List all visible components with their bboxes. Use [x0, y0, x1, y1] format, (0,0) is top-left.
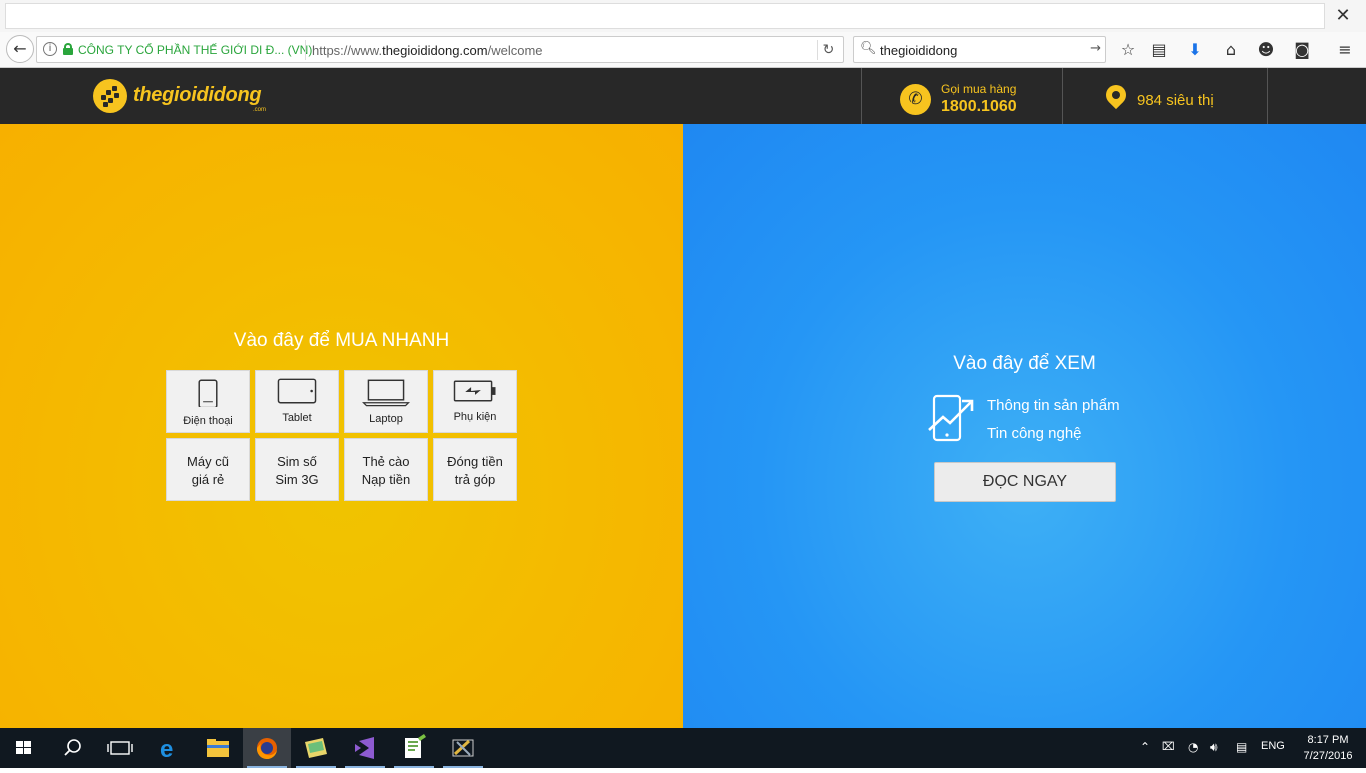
tile-label: Máy cũ giá rẻ [187, 454, 229, 487]
url-domain: thegioididong.com [382, 43, 488, 58]
clock-date: 7/27/2016 [1303, 750, 1353, 762]
search-bar[interactable]: 🔍︎ thegioididong → [853, 36, 1106, 63]
taskbar: e ⌃ ⌧ ◔ 🔊︎ ▤ ENG 8:17 PM 7/27/2016 [0, 728, 1366, 768]
tile-label: Tablet [282, 412, 312, 424]
visual-studio-icon [355, 737, 374, 759]
folder-icon [207, 739, 229, 757]
menu-icon[interactable]: ≡ [1333, 38, 1357, 62]
tablet-icon [277, 378, 317, 404]
window-titlebar: ✕ [0, 0, 1366, 32]
buy-title: Vào đây để MUA NHANH [233, 330, 450, 351]
phone-icon [198, 379, 218, 407]
tile-phu-kien[interactable]: Phụ kiện [433, 370, 517, 433]
info-icon[interactable]: i [43, 42, 57, 56]
divider [1267, 68, 1268, 124]
notepad-plus-icon [405, 734, 426, 758]
tile-laptop[interactable]: Laptop [344, 370, 428, 433]
edge-icon: e [160, 736, 173, 763]
buy-panel[interactable]: Vào đây để MUA NHANH Điện thoại Tablet L… [0, 124, 683, 728]
back-button[interactable]: ← [6, 35, 34, 63]
feature-tech-news: Tin công nghệ [987, 425, 1082, 442]
tile-the-cao[interactable]: Thẻ cào Nạp tiền [344, 438, 428, 501]
taskbar-app-tools[interactable] [439, 728, 487, 768]
call-label: Gọi mua hàng [941, 82, 1017, 96]
tile-may-cu[interactable]: Máy cũ giá rẻ [166, 438, 250, 501]
firefox-icon [256, 738, 277, 760]
show-hidden-icons[interactable]: ⌃ [1140, 740, 1150, 754]
download-icon[interactable]: ⬇ [1183, 38, 1207, 62]
pocket-icon[interactable]: ◙ [1290, 38, 1314, 62]
chat-icon[interactable]: ☻ [1254, 38, 1278, 62]
taskbar-app-firefox[interactable] [243, 728, 291, 768]
url-text[interactable]: https://www.thegioididong.com/welcome [312, 43, 543, 58]
task-view-icon [107, 741, 133, 755]
home-icon[interactable]: ⌂ [1219, 38, 1243, 62]
svg-text:e: e [160, 736, 173, 763]
tile-dong-tien[interactable]: Đóng tiền trả góp [433, 438, 517, 501]
tile-label: Laptop [369, 413, 403, 425]
bookmark-star-icon[interactable]: ☆ [1116, 38, 1140, 62]
taskbar-app-edge[interactable]: e [146, 728, 194, 768]
search-icon: 🔍︎ [860, 41, 877, 56]
browser-navbar: ← i CÔNG TY CỔ PHẦN THẾ GIỚI DI Đ... (VN… [0, 32, 1366, 68]
divider [861, 68, 862, 124]
language-indicator[interactable]: ENG [1261, 740, 1285, 752]
category-grid: Điện thoại Tablet Laptop Phụ kiện Máy cũ… [166, 370, 518, 502]
lock-icon [63, 43, 73, 55]
tile-dien-thoai[interactable]: Điện thoại [166, 370, 250, 433]
search-input[interactable]: thegioididong [880, 43, 957, 58]
search-icon [64, 739, 81, 756]
site-identity[interactable]: CÔNG TY CỔ PHẦN THẾ GIỚI DI Đ... (VN) [78, 43, 312, 57]
tile-label: Phụ kiện [453, 411, 497, 423]
windows-icon [16, 741, 31, 754]
go-arrow-icon[interactable]: → [1090, 41, 1101, 56]
read-panel[interactable]: Vào đây để XEM Thông tin sản phẩm Tin cô… [683, 124, 1366, 728]
close-icon[interactable]: ✕ [1332, 5, 1354, 27]
tile-tablet[interactable]: Tablet [255, 370, 339, 433]
start-button[interactable] [0, 728, 48, 768]
network-icon[interactable]: ◔ [1188, 740, 1198, 754]
taskbar-app-explorer[interactable] [194, 728, 242, 768]
feature-product-info: Thông tin sản phẩm [987, 397, 1120, 414]
location-pin-icon [1101, 80, 1131, 113]
call-number: 1800.1060 [941, 98, 1017, 115]
url-path: /welcome [487, 43, 543, 58]
address-bar[interactable]: i CÔNG TY CỔ PHẦN THẾ GIỚI DI Đ... (VN) … [36, 36, 844, 63]
read-title: Vào đây để XEM [953, 353, 1096, 374]
clock[interactable]: 8:17 PM 7/27/2016 [1296, 732, 1360, 764]
tile-sim[interactable]: Sim số Sim 3G [255, 438, 339, 501]
phone-icon: ✆ [900, 84, 931, 115]
task-view-button[interactable] [96, 728, 144, 768]
taskbar-app-notepad[interactable] [390, 728, 438, 768]
tools-icon [452, 739, 474, 757]
laptop-icon [362, 379, 410, 407]
notes-app-icon [305, 738, 327, 758]
clock-time: 8:17 PM [1307, 734, 1349, 746]
input-method-icon[interactable]: ⌧ [1162, 740, 1175, 753]
read-now-button[interactable]: ĐỌC NGAY [934, 462, 1116, 502]
battery-icon [453, 380, 496, 402]
tile-label: Thẻ cào Nạp tiền [361, 454, 411, 487]
search-button[interactable] [48, 728, 96, 768]
reload-icon[interactable]: ↻ [817, 40, 839, 60]
divider [1062, 68, 1063, 124]
phone-trend-icon [928, 394, 974, 442]
tile-label: Điện thoại [183, 415, 233, 427]
read-features: Thông tin sản phẩm Tin công nghệ [987, 392, 1120, 448]
reading-list-icon[interactable]: ▤ [1147, 38, 1171, 62]
site-header: thegioididong .com ✆ Gọi mua hàng 1800.1… [0, 68, 1366, 124]
taskbar-app-notes[interactable] [292, 728, 340, 768]
url-prefix: https://www. [312, 43, 383, 58]
tile-label: Đóng tiền trả góp [447, 454, 503, 487]
notifications-icon[interactable]: ▤ [1236, 740, 1247, 754]
tile-label: Sim số Sim 3G [275, 454, 319, 487]
logo-text: thegioididong [133, 84, 262, 106]
logo-mark-icon [93, 79, 127, 113]
stores-label: 984 siêu thị [1137, 92, 1214, 109]
tab-strip [5, 3, 1325, 29]
logo-subtext: .com [253, 107, 267, 113]
divider [305, 40, 306, 60]
volume-icon[interactable]: 🔊︎ [1210, 740, 1218, 755]
taskbar-app-visual-studio[interactable] [341, 728, 389, 768]
